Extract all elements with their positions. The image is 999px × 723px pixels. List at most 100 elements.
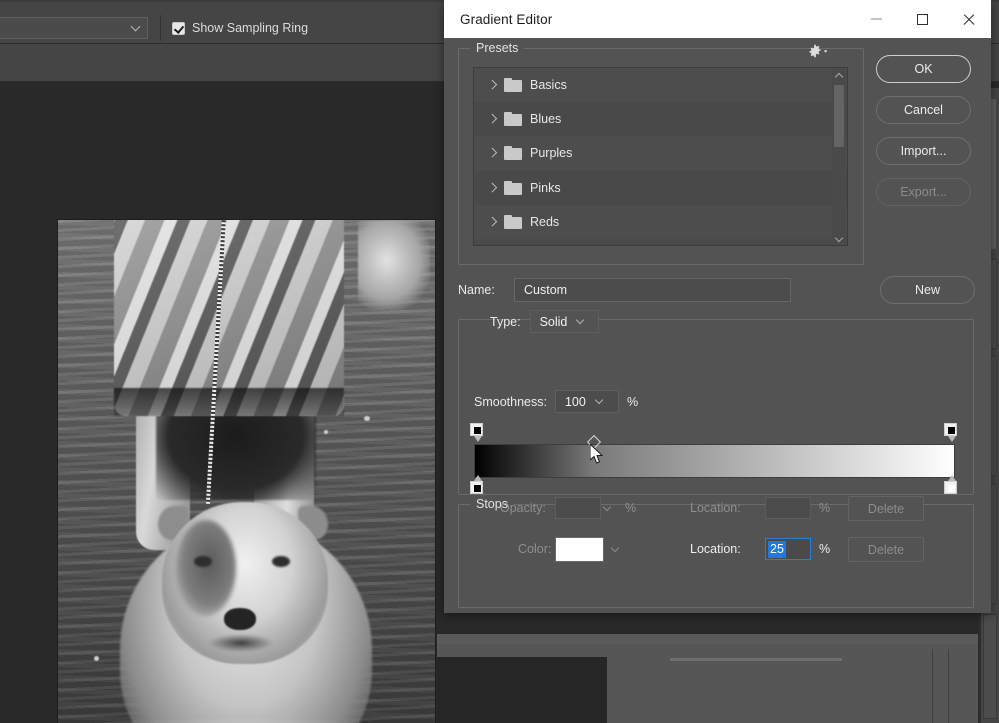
photo-dog-eye-left [194,556,212,567]
maximize-icon [916,13,928,25]
background-dark-region [437,657,607,723]
photo-water-drop [94,656,99,661]
gradient-type-value: Solid [539,314,568,329]
gear-dropdown-indicator: ▪ [824,46,828,56]
background-panel-divider [932,649,933,723]
gradient-type-dropdown[interactable]: Solid [529,310,599,333]
smoothness-value: 100 [564,394,586,409]
export-button: Export... [876,178,971,206]
preset-folder-label: Basics [530,78,567,93]
minimize-icon [870,18,882,20]
folder-icon [504,146,522,161]
color-location-value: 25 [768,541,786,558]
color-stop-swatch [474,485,481,492]
opacity-delete-button: Delete [848,496,924,521]
photo-dog-face-marking [176,520,236,616]
presets-legend: Presets [470,41,525,55]
scroll-up-icon[interactable] [832,69,846,83]
color-location-input[interactable]: 25 [765,538,811,560]
scroll-down-icon[interactable] [832,232,846,245]
preset-folder-row[interactable]: Reds [474,204,847,239]
cancel-button[interactable]: Cancel [876,96,971,124]
chevron-right-icon[interactable] [488,183,496,193]
photo-water-drop [364,416,370,421]
color-delete-button: Delete [848,537,924,562]
tool-preset-dropdown[interactable] [0,17,148,39]
chevron-down-icon [594,395,605,406]
photo-swim-shorts [114,220,344,416]
opacity-input [555,497,601,519]
color-stop-end[interactable] [944,475,957,494]
photo-dog-nose [224,608,256,630]
gradient-type-row: Type: Solid [490,310,599,333]
name-input[interactable]: Custom [514,278,791,302]
preset-folder-row[interactable]: Basics [474,68,847,103]
checkbox-checked-icon[interactable] [172,21,185,35]
preset-folder-row[interactable]: Blues [474,102,847,137]
color-location-unit: % [819,542,831,556]
opacity-location-unit: % [819,501,831,515]
gear-icon [809,44,821,58]
color-location-label: Location: [690,542,741,556]
ok-button[interactable]: OK [876,55,971,83]
scrollbar-thumb[interactable] [834,85,844,147]
presets-list[interactable]: Basics Blues Purples Pinks Reds [473,67,848,246]
name-input-value: Custom [524,283,568,297]
show-sampling-ring-checkbox-row[interactable]: Show Sampling Ring [172,18,308,38]
background-panel-divider [948,649,949,723]
import-button[interactable]: Import... [876,137,971,165]
smoothness-dropdown[interactable]: 100 [554,390,619,413]
preset-folder-label: Pinks [530,180,561,195]
chevron-right-icon[interactable] [488,148,496,158]
opacity-unit: % [625,501,637,515]
chevron-down-icon [576,315,586,326]
show-sampling-ring-label: Show Sampling Ring [192,21,309,35]
chevron-right-icon[interactable] [488,114,496,124]
preset-folder-row[interactable]: Purples [474,136,847,171]
opacity-stop-start[interactable] [470,423,483,442]
color-chevron-down-icon [610,543,622,555]
options-bar-divider [160,15,161,41]
minimize-button[interactable] [853,0,899,38]
preset-folder-label: Reds [530,214,560,229]
dialog-title-bar[interactable]: Gradient Editor [444,0,991,38]
smoothness-label: Smoothness: [474,394,547,409]
gradient-editor-dialog: Gradient Editor Presets ▪ Basics Blues P… [444,0,991,613]
right-panel-section[interactable] [983,614,997,719]
dialog-title: Gradient Editor [460,11,553,27]
photoshop-window: Show Sampling Ring Gradient Editor Prese [0,0,999,723]
opacity-stop-end[interactable] [944,423,957,442]
chevron-right-icon[interactable] [488,80,496,90]
opacity-stop-swatch [948,427,955,434]
close-button[interactable] [945,0,991,38]
preset-folder-row[interactable]: Pinks [474,170,847,205]
chevron-down-icon [130,21,141,32]
type-label: Type: [490,314,521,329]
window-controls [853,0,991,38]
opacity-location-label: Location: [690,501,741,515]
photo-water-drop [324,430,328,434]
photo-shadow-area [156,408,316,500]
name-label: Name: [458,283,495,297]
background-panel-slider [670,658,842,661]
color-stop-start[interactable] [470,475,483,494]
mouse-cursor-icon [590,444,604,464]
opacity-label: Opacity: [500,501,546,515]
photo-dog-eye-right [272,556,290,567]
gradient-preview-bar[interactable] [474,444,955,478]
photo-shorts-hem [114,388,344,416]
document-image-grayscale-dog[interactable] [58,220,435,723]
dialog-body: Presets ▪ Basics Blues Purples Pinks Red… [444,38,991,613]
opacity-stop-swatch [474,427,481,434]
maximize-button[interactable] [899,0,945,38]
folder-icon [504,180,522,195]
presets-menu-button[interactable]: ▪ [808,42,838,60]
new-button[interactable]: New [880,276,975,304]
color-stop-swatch [948,485,955,492]
presets-scrollbar[interactable] [832,69,846,245]
folder-icon [504,214,522,229]
color-swatch[interactable] [555,537,604,562]
folder-icon [504,112,522,127]
opacity-chevron-down-icon [602,502,614,514]
chevron-right-icon[interactable] [488,217,496,227]
